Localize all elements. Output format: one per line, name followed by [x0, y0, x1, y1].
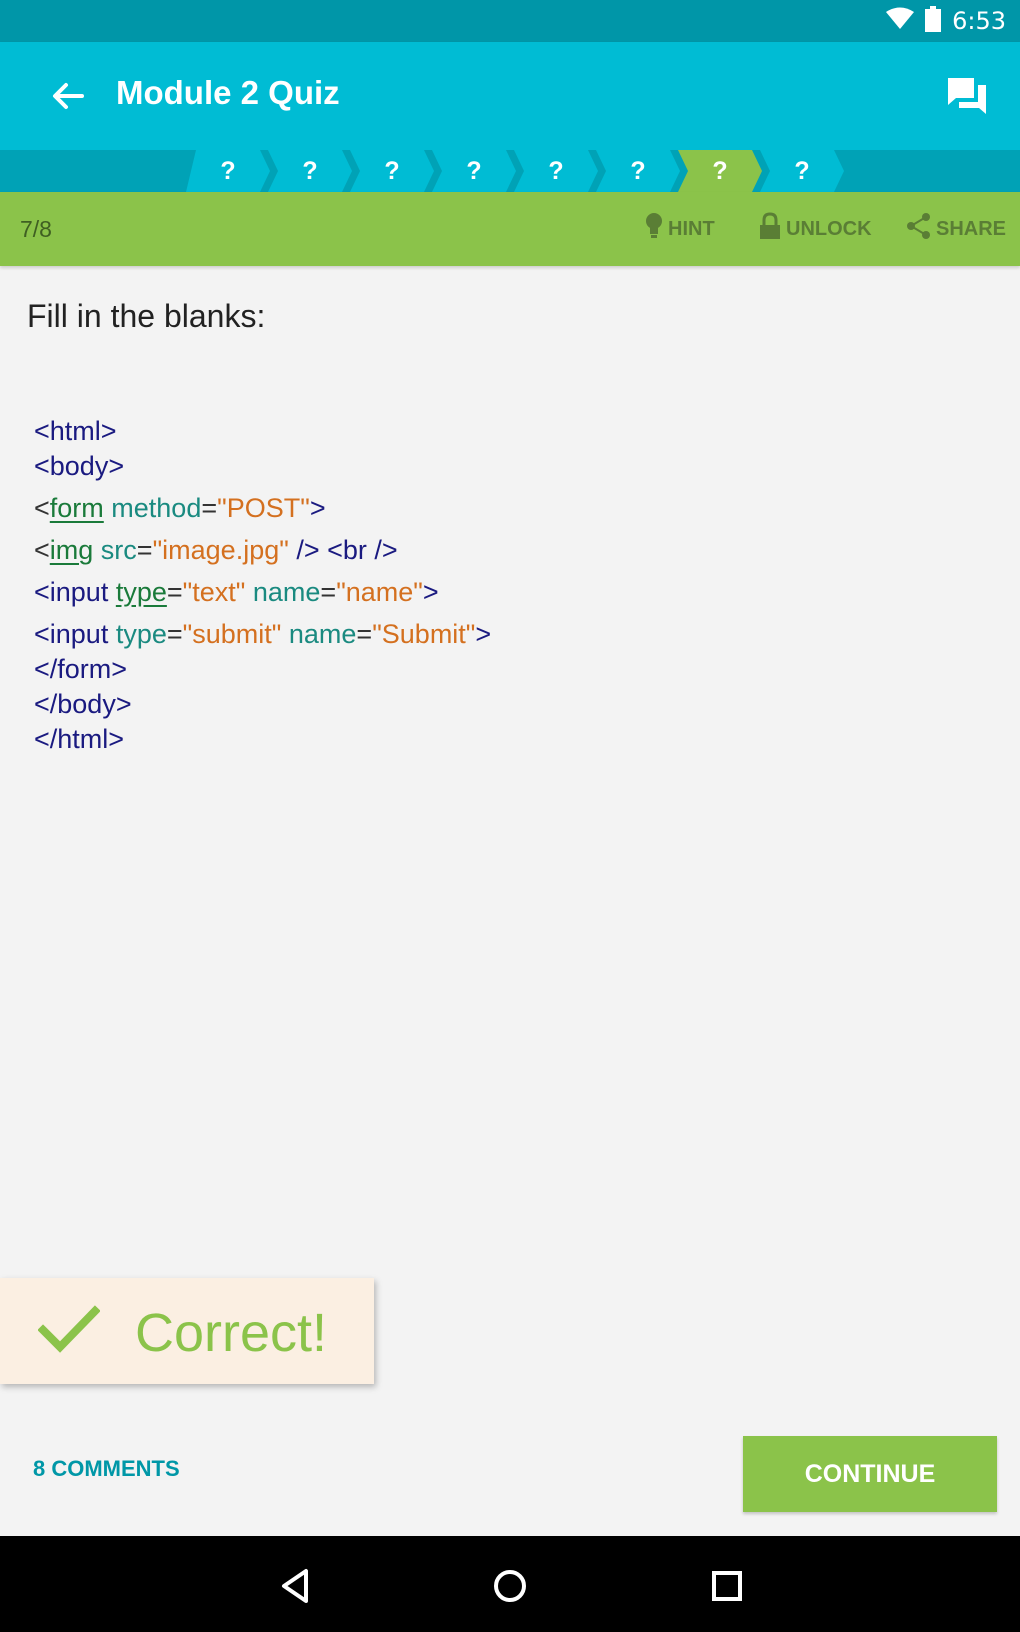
code-line: <form method="POST">	[34, 493, 326, 523]
progress-step-2[interactable]: ?	[268, 150, 352, 192]
feedback-label: Correct!	[135, 1303, 328, 1363]
progress-step-5[interactable]: ?	[514, 150, 598, 192]
question-progress: ? ? ? ? ? ? ? ?	[0, 150, 1020, 192]
checkmark-icon	[37, 1305, 101, 1360]
progress-step-6[interactable]: ?	[596, 150, 680, 192]
wifi-icon	[886, 7, 915, 36]
filled-blank: img	[49, 535, 94, 565]
progress-step-3[interactable]: ?	[350, 150, 434, 192]
system-nav-bar	[0, 1536, 1020, 1632]
nav-back-icon	[276, 1569, 316, 1610]
hint-button[interactable]: HINT	[644, 212, 715, 246]
share-icon	[906, 212, 932, 246]
progress-step-7-current[interactable]: ?	[678, 150, 762, 192]
nav-recents-button[interactable]	[707, 1566, 747, 1606]
code-line: <img src="image.jpg" /> <br />	[34, 535, 398, 565]
lightbulb-icon	[644, 212, 664, 246]
correct-feedback-toast: Correct!	[0, 1278, 374, 1384]
nav-back-button[interactable]	[276, 1566, 316, 1606]
back-button[interactable]	[44, 72, 92, 120]
discussion-button[interactable]	[944, 74, 990, 120]
progress-step-1[interactable]: ?	[186, 150, 270, 192]
filled-blank: type	[115, 577, 167, 607]
quiz-toolbar: 7/8 HINT UNLOCK SHARE	[0, 192, 1020, 266]
comments-link[interactable]: 8 COMMENTS	[33, 1456, 180, 1482]
back-arrow-icon	[44, 83, 92, 124]
status-time: 6:53	[952, 7, 1006, 35]
code-line: </form>	[34, 654, 128, 684]
lock-icon	[758, 212, 782, 246]
progress-step-4[interactable]: ?	[432, 150, 516, 192]
nav-home-button[interactable]	[490, 1566, 530, 1606]
code-line: <body>	[34, 451, 125, 481]
question-prompt: Fill in the blanks:	[27, 298, 266, 334]
status-bar: 6:53	[0, 0, 1020, 42]
unlock-button[interactable]: UNLOCK	[758, 212, 872, 246]
code-line: <input type="text" name="name">	[34, 577, 439, 607]
code-line: </html>	[34, 724, 125, 754]
progress-step-8[interactable]: ?	[760, 150, 844, 192]
code-line: </body>	[34, 689, 132, 719]
filled-blank: form	[49, 493, 104, 523]
continue-button[interactable]: CONTINUE	[743, 1436, 997, 1512]
nav-home-icon	[490, 1570, 530, 1610]
nav-recents-icon	[707, 1571, 747, 1610]
battery-icon	[924, 5, 942, 37]
page-title: Module 2 Quiz	[116, 74, 340, 111]
share-button[interactable]: SHARE	[906, 212, 1006, 246]
app-bar: Module 2 Quiz	[0, 42, 1020, 150]
code-snippet: <html> <body> <form method="POST"> <img …	[34, 414, 491, 757]
question-counter: 7/8	[20, 216, 52, 242]
chat-bubbles-icon	[944, 78, 990, 124]
code-line: <html>	[34, 416, 117, 446]
code-line: <input type="submit" name="Submit">	[34, 619, 492, 649]
